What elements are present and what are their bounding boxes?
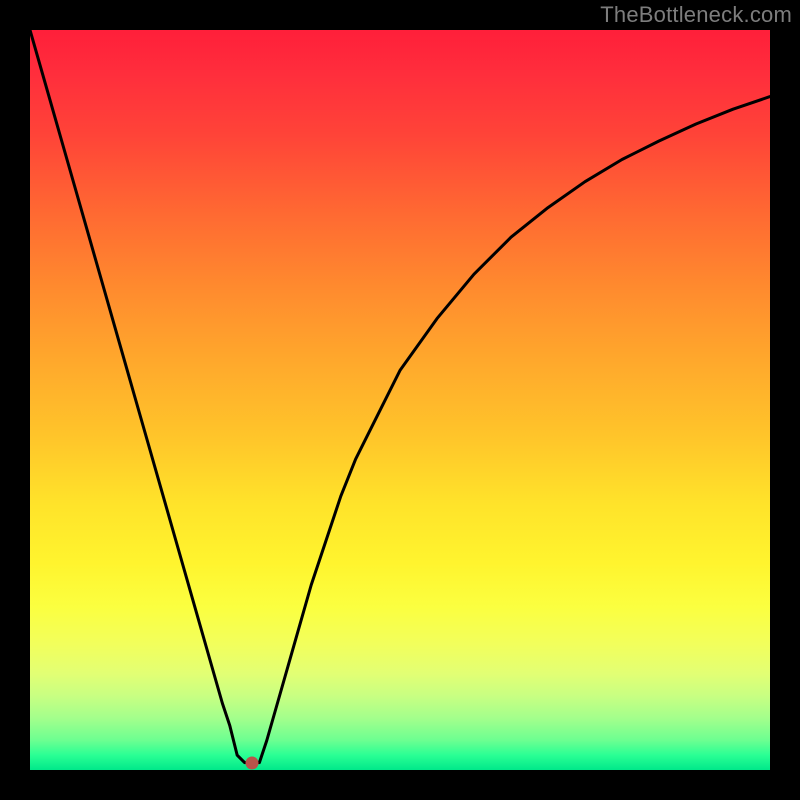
optimal-point-marker [246,756,259,769]
watermark-text: TheBottleneck.com [600,2,792,28]
curve-svg [30,30,770,770]
chart-frame: TheBottleneck.com [0,0,800,800]
bottleneck-curve [30,30,770,763]
plot-area [30,30,770,770]
